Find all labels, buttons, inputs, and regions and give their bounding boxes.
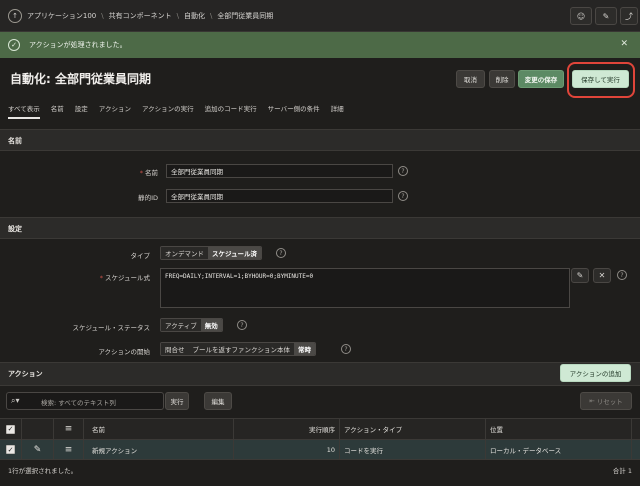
- help-icon[interactable]: ?: [617, 270, 627, 280]
- required-icon: *: [139, 169, 143, 177]
- breadcrumb-app[interactable]: アプリケーション100: [27, 11, 96, 21]
- section-header-name: 名前: [0, 129, 640, 151]
- search-box[interactable]: ⌕▾ 検索: すべてのテキスト列: [6, 392, 164, 410]
- cancel-button[interactable]: 取消: [456, 70, 485, 88]
- table-footer: 1行が選択されました。 合計 1: [0, 460, 640, 486]
- type-label: タイプ: [130, 252, 151, 260]
- save-changes-button[interactable]: 変更の保存: [518, 70, 564, 88]
- tab-settings[interactable]: 設定: [75, 103, 88, 119]
- header-location[interactable]: 位置: [486, 419, 632, 439]
- header-order[interactable]: 実行順序: [234, 419, 340, 439]
- row-location: ローカル・データベース: [486, 440, 632, 459]
- breadcrumb-shared[interactable]: 共有コンポーネント: [109, 11, 172, 21]
- header-name[interactable]: 名前: [84, 419, 234, 439]
- tab-details[interactable]: 詳細: [331, 103, 344, 119]
- tab-action-execution[interactable]: アクションの実行: [142, 103, 194, 119]
- highlight-box: [567, 62, 635, 98]
- start-option-function[interactable]: ブールを返すファンクション本体: [188, 343, 294, 355]
- total-count: 合計 1: [612, 467, 632, 475]
- chat-icon[interactable]: ☺: [570, 7, 592, 25]
- tab-show-all[interactable]: すべて表示: [8, 103, 40, 119]
- section-header-actions: アクション: [0, 362, 640, 386]
- edit-pencil-icon[interactable]: ✎: [22, 440, 54, 459]
- top-bar: ↑ アプリケーション100 \ 共有コンポーネント \ 自動化 \ 全部門従業員…: [0, 0, 640, 32]
- schedule-builder-icon[interactable]: ✎: [571, 268, 589, 283]
- breadcrumb: ↑ アプリケーション100 \ 共有コンポーネント \ 自動化 \ 全部門従業員…: [8, 0, 273, 32]
- menu-icon[interactable]: ≡: [54, 419, 84, 439]
- section-title: 設定: [8, 225, 22, 233]
- static-id-label: 静的ID: [138, 194, 158, 202]
- help-icon[interactable]: ?: [398, 191, 408, 201]
- tab-name[interactable]: 名前: [51, 103, 64, 119]
- row-name: 新規アクション: [84, 440, 234, 459]
- status-option-disabled[interactable]: 無効: [200, 319, 222, 331]
- row-checkbox[interactable]: ✓: [6, 445, 15, 454]
- share-icon[interactable]: ⤴: [620, 7, 638, 25]
- status-selector[interactable]: アクティブ 無効: [160, 318, 223, 332]
- page-title: 自動化: 全部門従業員同期: [10, 72, 151, 86]
- help-icon[interactable]: ?: [276, 248, 286, 258]
- type-option-scheduled[interactable]: スケジュール済: [208, 247, 262, 259]
- name-field[interactable]: 全部門従業員同期: [166, 164, 393, 178]
- select-all-checkbox[interactable]: ✓: [6, 424, 15, 434]
- check-icon: ✓: [8, 39, 20, 51]
- search-input[interactable]: 検索: すべてのテキスト列: [41, 397, 116, 407]
- table-header: ✓ ≡ 名前 実行順序 アクション・タイプ 位置: [0, 418, 640, 440]
- edit-button[interactable]: 編集: [204, 392, 232, 410]
- start-label: アクションの開始: [98, 348, 150, 356]
- success-banner: ✓ アクションが処理されました。 ✕: [0, 32, 640, 58]
- up-arrow-icon[interactable]: ↑: [8, 9, 22, 23]
- required-icon: *: [99, 274, 103, 282]
- close-icon[interactable]: ✕: [620, 39, 628, 49]
- schedule-label-text: スケジュール式: [104, 274, 150, 282]
- start-option-always[interactable]: 常時: [294, 343, 315, 355]
- name-label-text: 名前: [145, 169, 158, 177]
- tab-actions[interactable]: アクション: [99, 103, 131, 119]
- breadcrumb-separator-icon: \: [209, 12, 213, 20]
- go-button[interactable]: 実行: [165, 392, 189, 410]
- start-selector[interactable]: 問合せ ブールを返すファンクション本体 常時: [160, 342, 316, 356]
- section-title: アクション: [8, 370, 43, 378]
- schedule-expression-field[interactable]: FREQ=DAILY;INTERVAL=1;BYHOUR=0;BYMINUTE=…: [160, 268, 570, 308]
- search-icon[interactable]: ⌕▾: [11, 396, 20, 406]
- tab-additional-code[interactable]: 追加のコード実行: [205, 103, 257, 119]
- clear-icon[interactable]: ✕: [593, 268, 611, 283]
- row-order: 10: [234, 440, 340, 459]
- reset-label: リセット: [596, 398, 623, 406]
- status-option-active[interactable]: アクティブ: [161, 319, 201, 331]
- tools-icon[interactable]: ✎: [595, 7, 617, 25]
- schedule-label: * スケジュール式: [80, 272, 150, 282]
- row-menu-icon[interactable]: ≡: [54, 440, 84, 459]
- name-label: * 名前: [100, 167, 158, 177]
- reset-icon: ⇤: [589, 397, 597, 405]
- status-label: スケジュール・ステータス: [72, 324, 150, 332]
- tab-server-condition[interactable]: サーバー側の条件: [268, 103, 320, 119]
- type-option-on-demand[interactable]: オンデマンド: [161, 247, 208, 259]
- breadcrumb-separator-icon: \: [176, 12, 179, 20]
- row-select-cell: ✓: [0, 440, 22, 459]
- tab-bar: すべて表示 名前 設定 アクション アクションの実行 追加のコード実行 サーバー…: [8, 103, 355, 119]
- help-icon[interactable]: ?: [398, 166, 408, 176]
- section-title: 名前: [8, 137, 22, 145]
- help-icon[interactable]: ?: [237, 320, 247, 330]
- static-id-field[interactable]: 全部門従業員同期: [166, 189, 393, 203]
- breadcrumb-automation[interactable]: 自動化: [184, 11, 205, 21]
- reset-button[interactable]: ⇤ リセット: [580, 392, 632, 410]
- table-row[interactable]: ✓ ✎ ≡ 新規アクション 10 コードを実行 ローカル・データベース: [0, 440, 640, 460]
- breadcrumb-current: 全部門従業員同期: [217, 12, 274, 20]
- delete-button[interactable]: 削除: [489, 70, 515, 88]
- section-header-settings: 設定: [0, 217, 640, 239]
- start-option-query[interactable]: 問合せ: [161, 343, 189, 355]
- header-edit-cell: [22, 419, 54, 439]
- row-action-type: コードを実行: [340, 440, 486, 459]
- type-selector[interactable]: オンデマンド スケジュール済: [160, 246, 263, 260]
- help-icon[interactable]: ?: [341, 344, 351, 354]
- breadcrumb-separator-icon: \: [101, 12, 104, 20]
- selection-status: 1行が選択されました。: [8, 467, 78, 475]
- add-action-button[interactable]: アクションの追加: [560, 364, 631, 382]
- header-action-type[interactable]: アクション・タイプ: [340, 419, 486, 439]
- header-select-cell: ✓: [0, 419, 22, 439]
- success-message: アクションが処理されました。: [29, 41, 127, 49]
